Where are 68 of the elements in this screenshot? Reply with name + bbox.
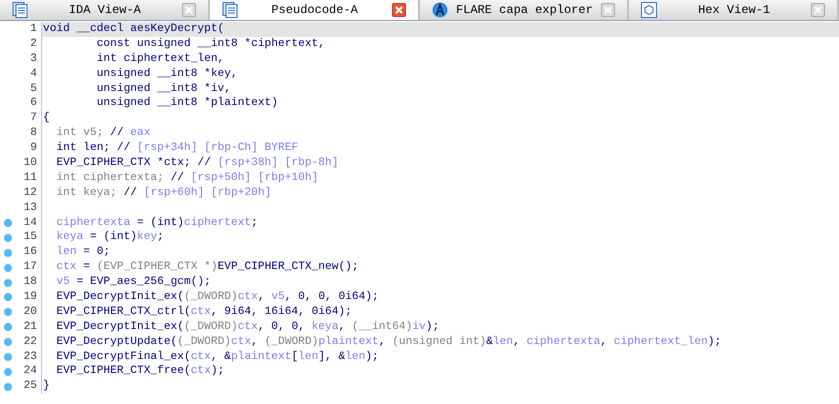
line-number: 1 <box>29 22 37 37</box>
line-number: 2 <box>29 36 37 52</box>
code-line: EVP_CIPHER_CTX_free(ctx); <box>55 364 224 380</box>
code-line: EVP_DecryptFinal_ex(ctx, &plaintext[len], &len); <box>55 350 379 364</box>
line-number: 3 <box>29 52 37 67</box>
line-number: 18 <box>22 275 37 290</box>
tab-label: Hex View-1 <box>697 2 772 19</box>
code-line: { <box>42 111 50 126</box>
code-line: ciphertexta = (int)ciphertext; <box>55 216 258 230</box>
line-number: 10 <box>22 156 37 171</box>
line-number: 7 <box>29 111 37 126</box>
line-number: 19 <box>22 290 37 305</box>
code-line: const unsigned __int8 *ciphertext, <box>96 36 325 52</box>
close-button[interactable] <box>182 3 196 17</box>
line-number: 9 <box>29 141 37 156</box>
code-line: unsigned __int8 *key, <box>96 66 238 82</box>
code-line: int keya; // [rsp+60h] [rbp+20h] <box>55 186 272 201</box>
line-number: 21 <box>22 320 37 335</box>
code-line: v5 = EVP_aes_256_gcm(); <box>55 275 211 290</box>
line-number: 13 <box>22 200 37 216</box>
tab-label: IDA View-A <box>68 2 142 19</box>
tab-label: FLARE capa explorer <box>456 2 594 19</box>
line-number: 23 <box>22 350 37 364</box>
tab[interactable]: IDA View-A <box>0 0 210 20</box>
code-line: int ciphertext_len, <box>96 52 224 67</box>
line-number: 5 <box>29 82 37 96</box>
code-line: EVP_DecryptInit_ex((_DWORD)ctx, 0, 0, keya, (__int64)iv); <box>55 320 440 335</box>
tab-label: Pseudocode-A <box>270 2 359 19</box>
code-line: ctx = (EVP_CIPHER_CTX *)EVP_CIPHER_CTX_new(); <box>55 260 359 276</box>
logo-icon <box>432 2 448 18</box>
line-number: 15 <box>22 230 37 246</box>
line-number: 6 <box>29 96 37 112</box>
code-line: len = 0; <box>55 245 110 260</box>
tab[interactable]: FLARE capa explorer <box>420 0 630 20</box>
tab[interactable]: Hex View-1 <box>629 0 839 20</box>
line-number: 17 <box>22 260 37 276</box>
code-line: EVP_CIPHER_CTX *ctx; // [rsp+38h] [rbp-8h] <box>55 156 338 171</box>
line-number: 22 <box>22 334 37 350</box>
line-number: 24 <box>22 364 37 380</box>
close-icon <box>604 6 612 14</box>
line-number: 4 <box>29 66 37 82</box>
code-line: void __cdecl aesKeyDecrypt( <box>42 22 224 37</box>
code-line: unsigned __int8 *iv, <box>96 82 231 96</box>
close-icon <box>394 6 402 14</box>
document-icon <box>222 2 238 18</box>
close-button[interactable] <box>811 3 825 17</box>
code-line: int ciphertexta; // [rsp+50h] [rbp+10h] <box>55 170 318 186</box>
code-line: int v5; // eax <box>55 126 150 142</box>
line-number: 12 <box>22 186 37 201</box>
code-line: EVP_DecryptUpdate((_DWORD)ctx, (_DWORD)plaintext, (unsigned int)&len, ciphertexta, ciphertext_len); <box>55 334 722 350</box>
close-button[interactable] <box>601 3 616 17</box>
code-line: } <box>42 379 50 394</box>
tab[interactable]: Pseudocode-A <box>210 0 420 20</box>
close-button[interactable] <box>392 3 406 17</box>
close-icon <box>814 6 822 14</box>
close-icon <box>184 6 193 14</box>
line-number: 25 <box>22 379 37 394</box>
line-number: 11 <box>22 170 37 186</box>
line-number: 20 <box>22 304 37 320</box>
code-line: keya = (int)key; <box>55 230 164 246</box>
line-number: 16 <box>22 245 37 260</box>
code-line: EVP_DecryptInit_ex((_DWORD)ctx, v5, 0, 0, 0i64); <box>55 290 379 305</box>
line-number: 8 <box>29 126 37 142</box>
line-number: 14 <box>22 216 37 230</box>
code-line: int len; // [rsp+34h] [rbp-Ch] BYREF <box>55 141 298 156</box>
code-line: EVP_CIPHER_CTX_ctrl(ctx, 9i64, 16i64, 0i64); <box>55 304 352 320</box>
document-icon <box>12 2 28 18</box>
code-line: unsigned __int8 *plaintext) <box>96 96 278 112</box>
